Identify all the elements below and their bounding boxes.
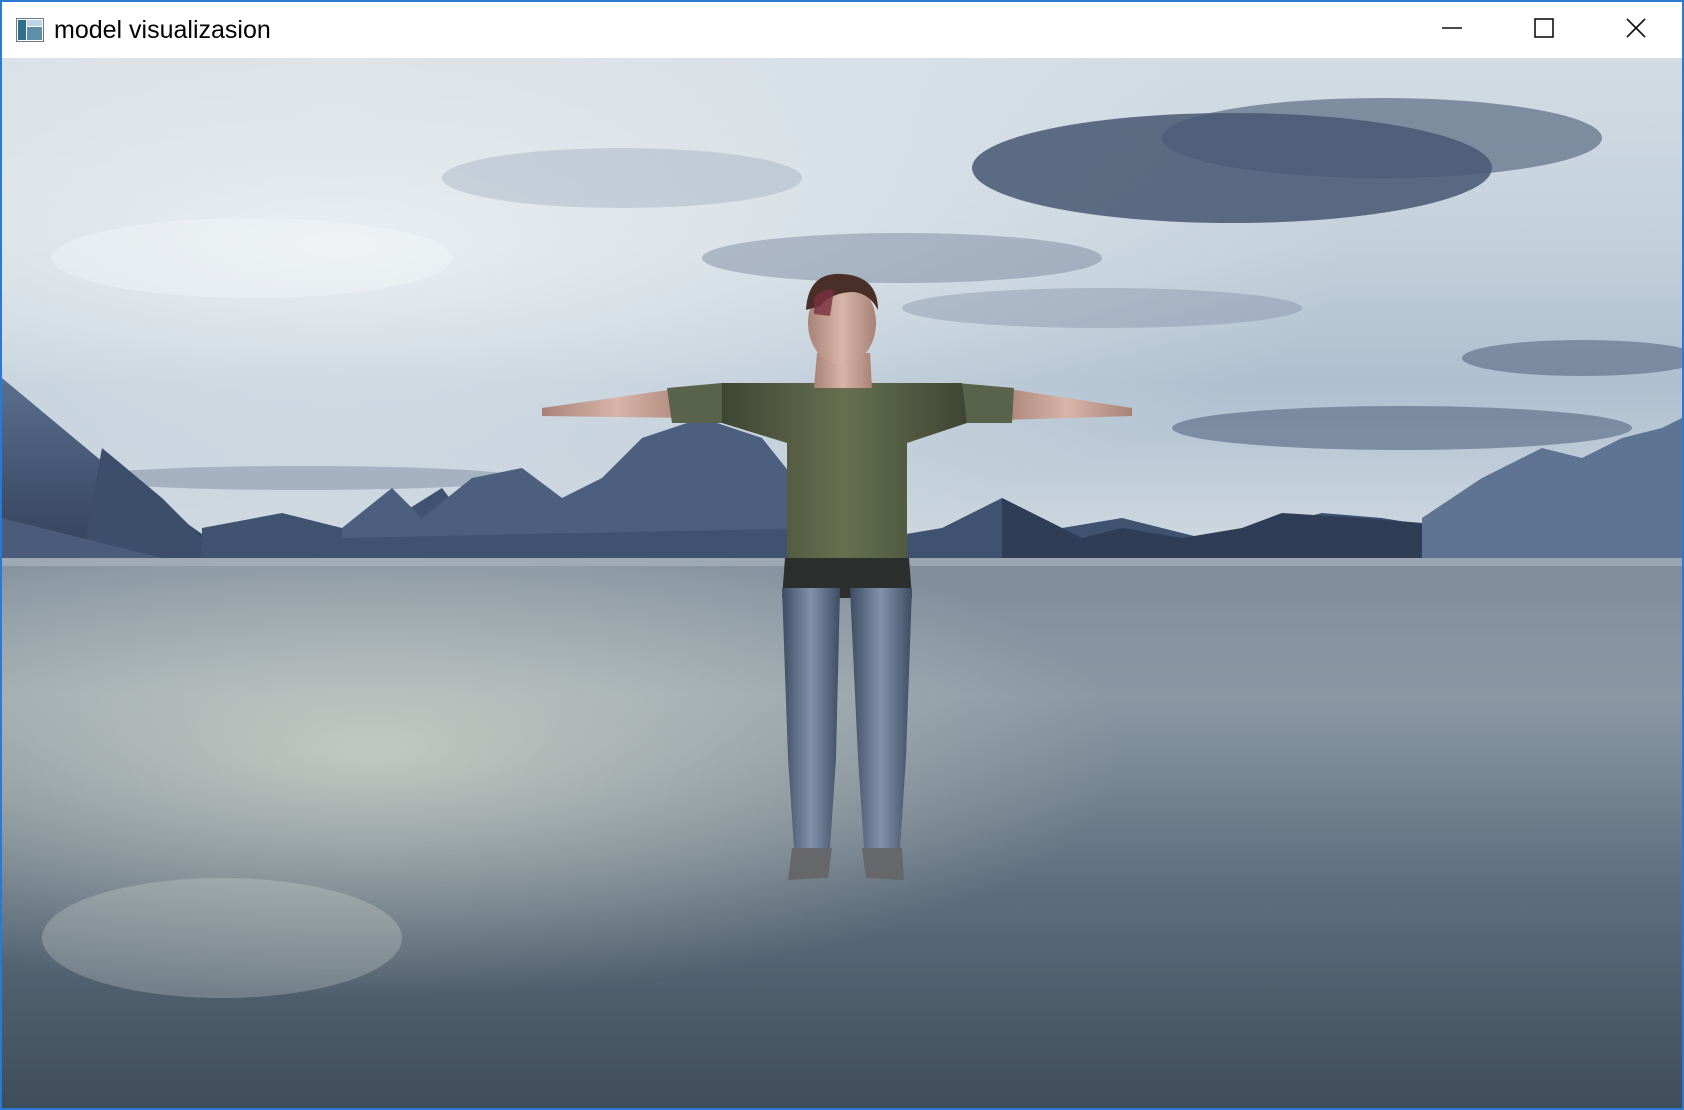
minimize-button[interactable] [1406,2,1498,58]
window-title: model visualizasion [54,16,271,44]
maximize-button[interactable] [1498,2,1590,58]
3d-viewport[interactable] [2,58,1682,1108]
app-window: model visualizasion [0,0,1684,1110]
close-icon [1624,16,1648,45]
title-bar[interactable]: model visualizasion [2,2,1682,58]
scene-render [2,58,1682,1108]
app-window-icon [16,18,44,42]
close-button[interactable] [1590,2,1682,58]
maximize-icon [1532,16,1556,45]
minimize-icon [1440,16,1464,45]
